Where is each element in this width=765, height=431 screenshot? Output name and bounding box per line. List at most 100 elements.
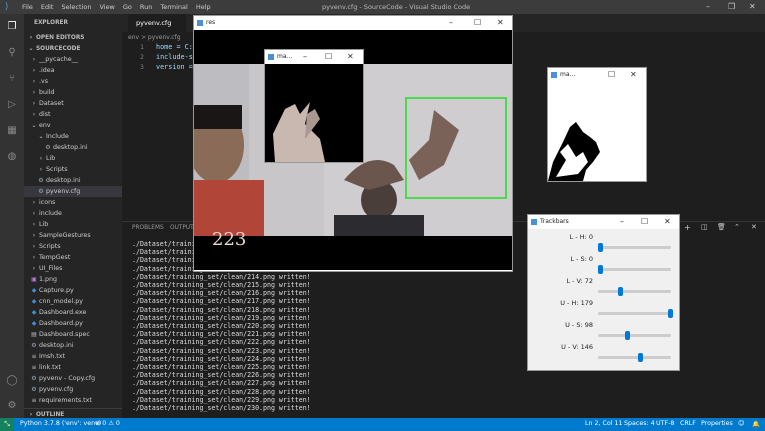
tree-item[interactable]: › __pycache__: [24, 54, 122, 65]
tree-item[interactable]: ⚙ desktop.ini: [24, 142, 122, 153]
trash-icon[interactable]: 🗑: [717, 223, 726, 231]
tree-item[interactable]: ◆ Dashboard.py: [24, 318, 122, 329]
bell-icon[interactable]: 🔔: [752, 420, 760, 428]
menu-help[interactable]: Help: [196, 3, 211, 11]
trackbar-thumb[interactable]: [624, 331, 630, 340]
minimize-icon[interactable]: –: [620, 215, 624, 229]
close-icon[interactable]: ✕: [630, 68, 637, 82]
tree-item[interactable]: ⌄ env: [24, 120, 122, 131]
tree-item[interactable]: ◆ cnn_model.py: [24, 296, 122, 307]
eol[interactable]: CRLF: [680, 420, 696, 427]
account-icon[interactable]: ◯: [6, 375, 18, 387]
trackbar-thumb[interactable]: [638, 353, 644, 362]
python-interpreter[interactable]: Python 3.7.8 ('env': venv): [20, 420, 101, 427]
tree-item[interactable]: ⚙ desktop.ini: [24, 175, 122, 186]
menu-go[interactable]: Go: [123, 3, 132, 11]
breadcrumb[interactable]: env > pyvenv.cfg: [128, 34, 181, 41]
trackbar-track[interactable]: [598, 356, 671, 359]
extensions-icon[interactable]: ▦: [6, 125, 18, 137]
tree-item[interactable]: › Scripts: [24, 241, 122, 252]
close-icon[interactable]: ✕: [664, 215, 671, 229]
maximize-icon[interactable]: ☐: [608, 68, 615, 82]
tree-item[interactable]: ⌄ Include: [24, 131, 122, 142]
maximize-icon[interactable]: ☐: [325, 50, 332, 64]
trackbar-track[interactable]: [598, 290, 671, 293]
tree-item[interactable]: ▣ 1.png: [24, 274, 122, 285]
cursor-position[interactable]: Ln 2, Col 11: [585, 420, 623, 427]
close-icon[interactable]: ✕: [749, 2, 756, 11]
maximize-icon[interactable]: ☐: [641, 215, 648, 229]
menu-selection[interactable]: Selection: [61, 3, 91, 11]
split-terminal-icon[interactable]: ◫: [701, 223, 708, 231]
language-mode[interactable]: Properties: [701, 420, 733, 427]
tree-item[interactable]: ⚙ pyvenv - Copy.cfg: [24, 373, 122, 384]
tree-item[interactable]: ≡ Imsh.txt: [24, 351, 122, 362]
tree-item[interactable]: › UI_Files: [24, 263, 122, 274]
run-debug-icon[interactable]: ▷: [6, 99, 18, 111]
tree-item[interactable]: › dist: [24, 109, 122, 120]
manage-gear-icon[interactable]: ⚙: [6, 400, 18, 412]
encoding[interactable]: UTF-8: [656, 420, 674, 427]
trackbar-track[interactable]: [598, 268, 671, 271]
minimize-icon[interactable]: –: [706, 2, 710, 11]
add-terminal-icon[interactable]: +: [684, 223, 691, 232]
search-icon[interactable]: ⚲: [6, 47, 18, 59]
menu-file[interactable]: File: [22, 3, 33, 11]
trackbar-track[interactable]: [598, 312, 671, 315]
tab-problems[interactable]: PROBLEMS: [132, 225, 164, 231]
open-editors-section[interactable]: › OPEN EDITORS: [24, 32, 122, 43]
close-icon[interactable]: ✕: [347, 50, 354, 64]
maximize-icon[interactable]: ❐: [728, 2, 735, 11]
tree-item[interactable]: ⚙ desktop.ini: [24, 340, 122, 351]
minimize-icon[interactable]: –: [449, 16, 453, 30]
tree-item[interactable]: › TempGest: [24, 252, 122, 263]
tree-item[interactable]: › Scripts: [24, 164, 122, 175]
trackbar-thumb[interactable]: [598, 265, 603, 274]
problems-count[interactable]: ⊗ 0 ⚠ 0: [95, 420, 120, 427]
feedback-icon[interactable]: ☺: [738, 420, 745, 427]
explorer-icon[interactable]: ❐: [6, 21, 18, 33]
code-line[interactable]: version =: [156, 63, 193, 71]
tree-item[interactable]: ◆ Capture.py: [24, 285, 122, 296]
tree-item[interactable]: ≡ link.txt: [24, 362, 122, 373]
tree-item[interactable]: › Lib: [24, 153, 122, 164]
menu-edit[interactable]: Edit: [41, 3, 54, 11]
tree-item[interactable]: › .idea: [24, 65, 122, 76]
tree-item[interactable]: ▤ Dashboard.spec: [24, 329, 122, 340]
menu-view[interactable]: View: [99, 3, 114, 11]
tree-item[interactable]: › Lib: [24, 219, 122, 230]
trackbar-thumb[interactable]: [668, 309, 673, 318]
tree-item[interactable]: › Dataset: [24, 98, 122, 109]
trackbars-titlebar[interactable]: Trackbars – ☐ ✕: [528, 215, 679, 229]
mask-small-window[interactable]: ma... – ☐ ✕: [264, 49, 364, 163]
tree-item[interactable]: › .vs: [24, 76, 122, 87]
source-control-icon[interactable]: ⑂: [6, 73, 18, 85]
tree-item[interactable]: › build: [24, 87, 122, 98]
camera-window-titlebar[interactable]: res – ☐ ✕: [194, 16, 512, 30]
remote-indicator-icon[interactable]: ⤡: [0, 418, 14, 431]
chevron-up-icon[interactable]: ⌃: [734, 223, 740, 231]
indent-spaces[interactable]: Spaces: 4: [624, 420, 655, 427]
mask-titlebar[interactable]: ma... ☐ ✕: [548, 68, 646, 82]
menu-terminal[interactable]: Terminal: [160, 3, 187, 11]
tree-item[interactable]: ⚙ pyvenv.cfg: [24, 186, 122, 197]
code-line[interactable]: home = C:\: [156, 43, 197, 51]
tab-output[interactable]: OUTPUT: [170, 225, 194, 231]
trackbar-track[interactable]: [598, 334, 671, 337]
tree-item[interactable]: ⚙ pyvenv.cfg: [24, 384, 122, 395]
tree-item[interactable]: ≡ requirements.txt: [24, 395, 122, 406]
trackbar-thumb[interactable]: [598, 243, 603, 252]
close-icon[interactable]: ✕: [497, 16, 504, 30]
trackbar-thumb[interactable]: [617, 287, 623, 296]
trackbar-track[interactable]: [598, 246, 671, 249]
tree-item[interactable]: › SampleGestures: [24, 230, 122, 241]
minimize-icon[interactable]: –: [303, 50, 307, 64]
close-panel-icon[interactable]: ✕: [751, 223, 757, 231]
maximize-icon[interactable]: ☐: [474, 16, 481, 30]
tab-pyvenv-cfg[interactable]: pyvenv.cfg: [128, 14, 186, 32]
sourcecode-section[interactable]: ⌄ SOURCECODE: [24, 43, 122, 54]
menu-run[interactable]: Run: [140, 3, 152, 11]
remote-explorer-icon[interactable]: ◍: [6, 151, 18, 163]
tree-item[interactable]: › icons: [24, 197, 122, 208]
tree-item[interactable]: › include: [24, 208, 122, 219]
